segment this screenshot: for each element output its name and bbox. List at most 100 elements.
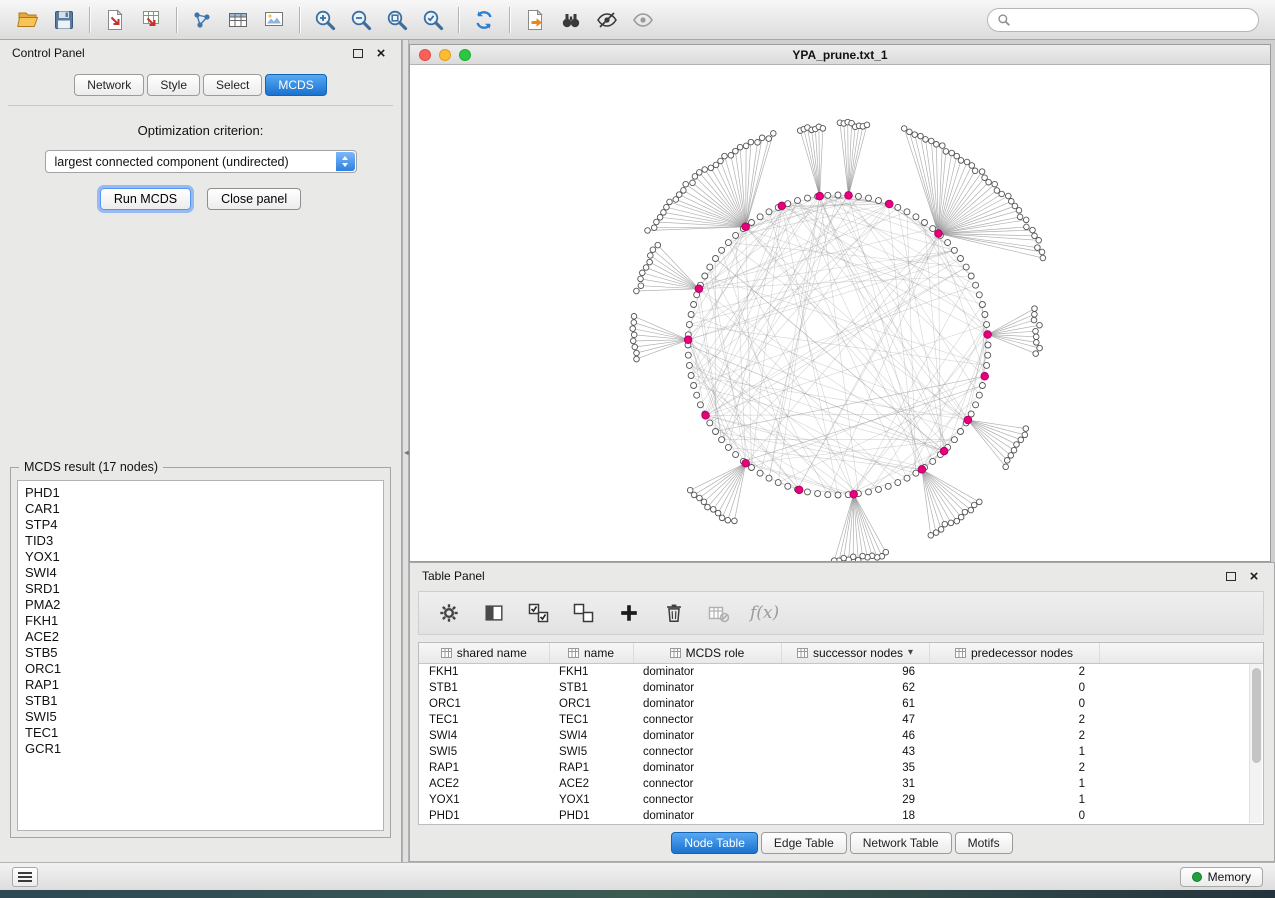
run-mcds-button[interactable]: Run MCDS	[100, 188, 191, 210]
ring-node[interactable]	[876, 198, 882, 204]
new-network-button[interactable]	[184, 4, 220, 36]
leaf-node[interactable]	[705, 504, 711, 510]
leaf-node[interactable]	[901, 126, 907, 132]
leaf-node[interactable]	[1035, 245, 1041, 251]
leaf-node[interactable]	[1030, 227, 1036, 233]
ring-node[interactable]	[985, 352, 991, 358]
ring-node[interactable]	[984, 322, 990, 328]
table-row[interactable]: RAP1RAP1dominator352	[419, 760, 1263, 776]
leaf-node[interactable]	[962, 509, 968, 515]
vertical-splitter[interactable]: ◂▸	[402, 40, 409, 862]
leaf-node[interactable]	[1033, 334, 1039, 340]
ring-node[interactable]	[749, 220, 755, 226]
leaf-node[interactable]	[1034, 340, 1040, 346]
show-hide-panel-button[interactable]	[625, 4, 661, 36]
leaf-node[interactable]	[1039, 249, 1045, 255]
leaf-node[interactable]	[982, 175, 988, 181]
ring-node[interactable]	[795, 198, 801, 204]
table-row[interactable]: PHD1PHD1dominator180	[419, 808, 1263, 824]
ring-node[interactable]	[686, 362, 692, 368]
hub-node[interactable]	[702, 412, 710, 420]
ring-node[interactable]	[985, 342, 991, 348]
ring-node[interactable]	[930, 458, 936, 464]
mcds-result-item[interactable]: PMA2	[25, 597, 383, 613]
ring-node[interactable]	[694, 392, 700, 398]
mcds-result-item[interactable]: STB1	[25, 693, 383, 709]
leaf-node[interactable]	[954, 153, 960, 159]
column-header-successor-nodes[interactable]: successor nodes ▾	[781, 643, 929, 663]
close-panel-action-button[interactable]: Close panel	[207, 188, 301, 210]
scrollbar-thumb[interactable]	[1252, 668, 1261, 763]
ring-node[interactable]	[895, 204, 901, 210]
leaf-node[interactable]	[631, 320, 637, 326]
ring-node[interactable]	[973, 402, 979, 408]
leaf-node[interactable]	[1022, 432, 1028, 438]
ring-node[interactable]	[688, 373, 694, 379]
leaf-node[interactable]	[968, 507, 974, 513]
tab-mcds[interactable]: MCDS	[265, 74, 326, 96]
leaf-node[interactable]	[634, 356, 640, 362]
ring-node[interactable]	[913, 214, 919, 220]
tab-node-table[interactable]: Node Table	[671, 832, 758, 854]
ring-node[interactable]	[913, 470, 919, 476]
leaf-node[interactable]	[631, 314, 637, 320]
mcds-result-item[interactable]: ACE2	[25, 629, 383, 645]
delete-column-button[interactable]	[660, 599, 688, 627]
leaf-node[interactable]	[701, 499, 707, 505]
leaf-node[interactable]	[1018, 437, 1024, 443]
hub-node[interactable]	[886, 200, 894, 208]
leaf-node[interactable]	[766, 136, 772, 142]
ring-node[interactable]	[866, 195, 872, 201]
export-image-button[interactable]	[256, 4, 292, 36]
hub-node[interactable]	[795, 486, 803, 494]
table-row[interactable]: ORC1ORC1dominator610	[419, 696, 1263, 712]
leaf-node[interactable]	[715, 510, 721, 516]
mcds-result-item[interactable]: YOX1	[25, 549, 383, 565]
leaf-node[interactable]	[759, 135, 765, 141]
ring-node[interactable]	[775, 480, 781, 486]
leaf-node[interactable]	[697, 170, 703, 176]
ring-node[interactable]	[979, 302, 985, 308]
leaf-node[interactable]	[1040, 255, 1046, 261]
leaf-node[interactable]	[1017, 214, 1023, 220]
ring-node[interactable]	[945, 240, 951, 246]
leaf-node[interactable]	[687, 487, 693, 493]
leaf-node[interactable]	[940, 143, 946, 149]
ring-node[interactable]	[973, 282, 979, 288]
apply-layout-button[interactable]	[466, 4, 502, 36]
leaf-node[interactable]	[999, 191, 1005, 197]
leaf-node[interactable]	[954, 518, 960, 524]
memory-button[interactable]: Memory	[1180, 867, 1263, 887]
ring-node[interactable]	[805, 195, 811, 201]
ring-node[interactable]	[982, 312, 988, 318]
ring-node[interactable]	[963, 264, 969, 270]
ring-node[interactable]	[749, 465, 755, 471]
hub-node[interactable]	[984, 331, 992, 339]
leaf-node[interactable]	[1037, 322, 1043, 328]
ring-node[interactable]	[766, 475, 772, 481]
leaf-node[interactable]	[1031, 317, 1037, 323]
ring-node[interactable]	[725, 444, 731, 450]
leaf-node[interactable]	[918, 133, 924, 139]
ring-node[interactable]	[733, 452, 739, 458]
table-row[interactable]: FKH1FKH1dominator962	[419, 663, 1263, 680]
leaf-node[interactable]	[630, 338, 636, 344]
ring-node[interactable]	[825, 492, 831, 498]
ring-node[interactable]	[876, 486, 882, 492]
leaf-node[interactable]	[748, 139, 754, 145]
ring-node[interactable]	[719, 437, 725, 443]
ring-node[interactable]	[702, 273, 708, 279]
ring-node[interactable]	[815, 491, 821, 497]
ring-node[interactable]	[697, 402, 703, 408]
leaf-node[interactable]	[647, 259, 653, 265]
leaf-node[interactable]	[1033, 328, 1039, 334]
hub-node[interactable]	[816, 192, 824, 200]
leaf-node[interactable]	[711, 507, 717, 513]
leaf-node[interactable]	[977, 499, 983, 505]
tab-select[interactable]: Select	[203, 74, 262, 96]
ring-node[interactable]	[757, 470, 763, 476]
leaf-node[interactable]	[691, 492, 697, 498]
table-row[interactable]: ACE2ACE2connector311	[419, 776, 1263, 792]
ring-node[interactable]	[685, 352, 691, 358]
ring-node[interactable]	[930, 226, 936, 232]
